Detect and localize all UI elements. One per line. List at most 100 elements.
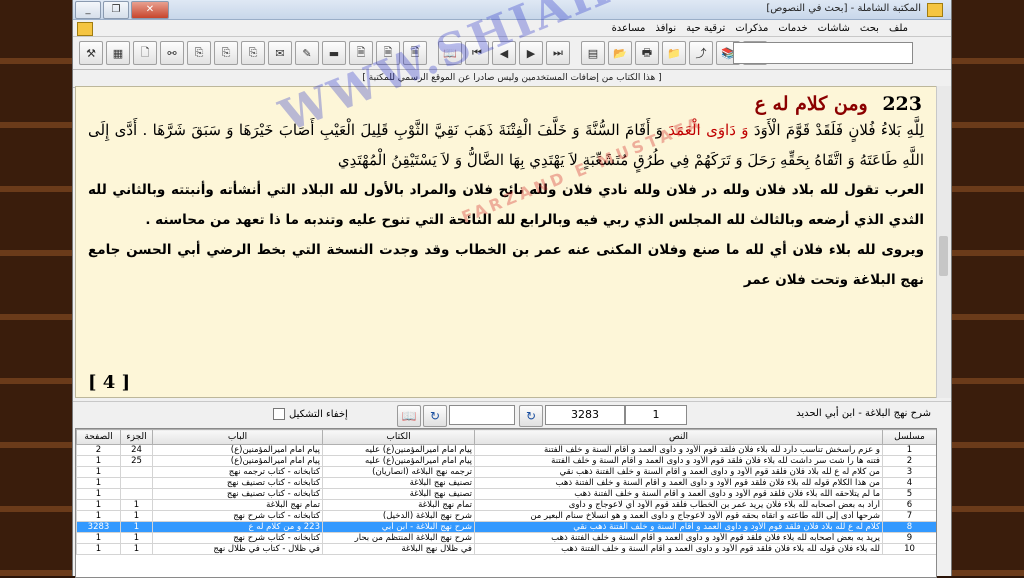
toolbar: ⚒▦🗋⚯⎘⎘⎘✉✎▬🗎🗎🗎📖⏮◀▶⏭▤📂🖶📁⤴📚📕 — [73, 37, 951, 70]
menu-notes[interactable]: مذكرات — [730, 23, 773, 34]
table-row[interactable]: 1 1 تمام نهج البلاغة تمام نهج البلاغة أراد ب… — [76, 499, 936, 511]
table-row[interactable]: 1 1 کتابخانه - کتاب شرح نهج شرح نهج البلاغة… — [76, 532, 936, 544]
col-header-chapter[interactable]: الباب — [152, 429, 323, 445]
reading-pane: 223 ومن كلام له ع لِلَّهِ بَلاءُ فُلانٍ … — [75, 86, 937, 398]
tools-button[interactable]: ⚒ — [79, 41, 103, 65]
folder-button[interactable]: 📁 — [662, 41, 686, 65]
menu-search[interactable]: بحث — [855, 23, 884, 34]
menu-screens[interactable]: شاشات — [813, 23, 855, 34]
last-button[interactable]: ⏭ — [546, 41, 570, 65]
binoculars-button[interactable]: ⚯ — [160, 41, 184, 65]
cell-book: في ظلال نهج البلاغة — [322, 543, 475, 555]
commentary-paragraph-1: العرب تقول لله بلاد فلان ولله در فلان ول… — [88, 182, 924, 228]
prev-button[interactable]: ◀ — [492, 41, 516, 65]
cell-n: 2 — [882, 455, 936, 467]
menu-windows[interactable]: نوافذ — [650, 23, 681, 34]
menu-logo-icon — [77, 22, 93, 36]
cell-chapter: في ظلال - كتاب في ظلال نهج — [152, 543, 323, 555]
table-row[interactable]: 1 1 کتابخانه - کتاب شرح نهج شرح نهج البلاغة… — [76, 510, 936, 522]
table-row[interactable]: 1 کتابخانه - کتاب تصنیف نهج تصنيف نهج البل… — [76, 488, 936, 500]
scrollbar-thumb[interactable] — [939, 236, 948, 276]
search-highlight: وَ دَاوَى الْعَمَدَ — [668, 121, 749, 139]
table-row[interactable]: 1 کتابخانه - کتاب تصنیف نهج تصنيف نهج البل… — [76, 477, 936, 489]
cell-text: لله بلاء فلان قوله لله بلاء فلان فلقد قو… — [474, 543, 883, 555]
cell-text: فتنه ها را شت سر داشت لله بلاء فلان فلقد… — [474, 455, 883, 467]
next-button[interactable]: ▶ — [519, 41, 543, 65]
hide-diacritics-checkbox[interactable]: إخفاء التشكيل — [273, 408, 348, 420]
section-heading: 223 ومن كلام له ع — [76, 87, 936, 115]
cell-n: 7 — [882, 510, 936, 522]
new-doc-icon: 🗋 — [140, 45, 150, 59]
cell-text: من كلام له ع لله بلاد فلان فلقد قوم الأو… — [474, 466, 883, 478]
cell-n: 5 — [882, 488, 936, 500]
printer-button[interactable]: 🖶 — [635, 41, 659, 65]
cell-page: 1 — [76, 488, 121, 500]
pencil-button[interactable]: ✎ — [295, 41, 319, 65]
cell-n: 4 — [882, 477, 936, 489]
restore-button[interactable]: ❐ — [103, 1, 129, 19]
new-doc-button[interactable]: 🗋 — [133, 41, 157, 65]
table-row[interactable]: 1 1 في ظلال - كتاب في ظلال نهج في ظلال نهج … — [76, 543, 936, 555]
sermon-text: لِلَّهِ بَلاءُ فُلانٍ فَلَقَدْ قَوَّمَ ا… — [76, 115, 936, 175]
menu-live-update[interactable]: ترقية حية — [681, 23, 730, 34]
folder-open-button[interactable]: 📂 — [608, 41, 632, 65]
cell-chapter: کتابخانه - کتاب شرح نهج — [152, 532, 323, 544]
col-header-book[interactable]: الكتاب — [322, 429, 475, 445]
books-icon: ▤ — [587, 46, 599, 60]
toolbar-search-input[interactable] — [733, 42, 913, 64]
open-book-button[interactable]: 📖 — [397, 405, 421, 427]
cell-text: يريد به بعض أصحابه لله بلاء فلان فلقد قو… — [474, 532, 883, 544]
cell-text: كلام له ع لله بلاد فلان فلقد قوم الأود و… — [474, 521, 883, 533]
menu-services[interactable]: خدمات — [773, 23, 812, 34]
copy2-icon: ⎘ — [221, 46, 231, 59]
copy-button[interactable]: ⎘ — [187, 41, 211, 65]
table-row[interactable]: 1 25 پیام امام امیرالمؤمنین(ع) پیام امام ام… — [76, 455, 936, 467]
checkbox-box[interactable] — [273, 408, 285, 420]
table-row[interactable]: 3283 1 223 و من كلام له ع شرح نهج البلاغة -… — [76, 521, 936, 533]
reader-scrollbar[interactable] — [936, 86, 951, 398]
section-title: ومن كلام له ع — [754, 93, 868, 115]
books-button[interactable]: ▤ — [581, 41, 605, 65]
copy3-button[interactable]: ⎘ — [241, 41, 265, 65]
col-header-part[interactable]: الجزء — [120, 429, 153, 445]
menu-help[interactable]: مساعدة — [607, 23, 651, 34]
doc-b-button[interactable]: 🗎 — [376, 41, 400, 65]
cell-chapter: تمام نهج البلاغة — [152, 499, 323, 511]
col-header-text[interactable]: النص — [474, 429, 883, 445]
page-number-field[interactable]: 3283 — [545, 405, 625, 425]
open-book-icon: 📖 — [443, 46, 457, 60]
refresh-button[interactable]: ↻ — [423, 405, 447, 427]
grid-button[interactable]: ▦ — [106, 41, 130, 65]
app-icon — [927, 3, 943, 17]
cell-n: 3 — [882, 466, 936, 478]
cell-chapter: کتابخانه - کتاب تصنیف نهج — [152, 477, 323, 489]
menu-file[interactable]: ملف — [884, 23, 913, 34]
doc-a-button[interactable]: 🗎 — [349, 41, 373, 65]
doc-c-button[interactable]: 🗎 — [403, 41, 427, 65]
cell-book: شرح نهج البلاغة - ابن أبي — [322, 521, 475, 533]
marker-button[interactable]: ▬ — [322, 41, 346, 65]
cell-n: 8 — [882, 521, 936, 533]
cell-book: شرح نهج البلاغة المنتظم من بحار — [322, 532, 475, 544]
part-number-field[interactable]: 1 — [625, 405, 687, 425]
cell-chapter: پیام امام امیرالمؤمنین(ع) — [152, 455, 323, 467]
first-button[interactable]: ⏮ — [465, 41, 489, 65]
pencil-icon: ✎ — [302, 46, 312, 60]
go-to-page-button[interactable]: ↻ — [519, 405, 543, 427]
close-button[interactable]: ✕ — [131, 1, 169, 19]
table-row[interactable]: 1 کتابخانه - کتاب ترجمه نهج ترجمه نهج البل… — [76, 466, 936, 478]
open-book-button[interactable]: 📖 — [438, 41, 462, 65]
note-button[interactable]: ✉ — [268, 41, 292, 65]
col-header-serial[interactable]: مسلسل — [882, 429, 936, 445]
cell-page: 1 — [76, 477, 121, 489]
cell-chapter: کتابخانه - کتاب شرح نهج — [152, 510, 323, 522]
minimize-button[interactable]: _ — [75, 1, 101, 19]
export-button[interactable]: ⤴ — [689, 41, 713, 65]
col-header-page[interactable]: الصفحة — [76, 429, 121, 445]
table-row[interactable]: 2 24 پیام امام امیرالمؤمنین(ع) پیام امام ام… — [76, 444, 936, 456]
copy2-button[interactable]: ⎘ — [214, 41, 238, 65]
cell-n: 6 — [882, 499, 936, 511]
copy-icon: ⎘ — [194, 46, 204, 59]
quick-search-field[interactable] — [449, 405, 515, 425]
search-results-grid: الصفحة الجزء الباب الكتاب النص مسلسل 2 24… — [75, 428, 937, 578]
